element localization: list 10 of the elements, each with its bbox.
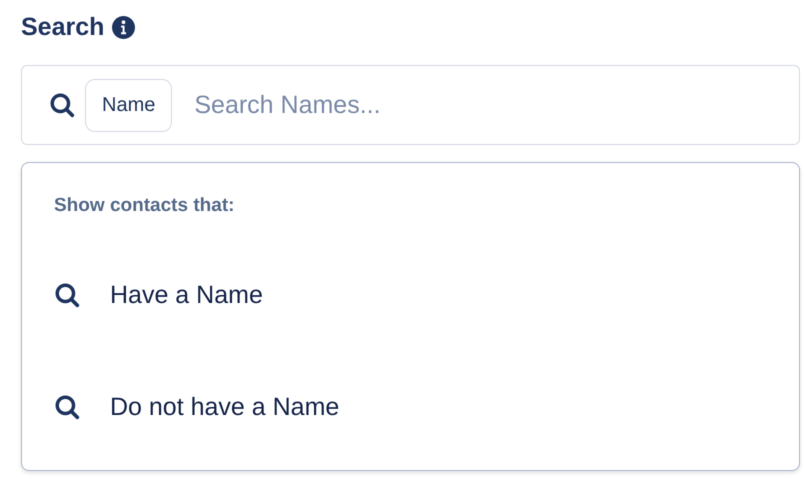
menu-option[interactable]: Have a Name (110, 280, 263, 310)
search-icon (54, 282, 80, 308)
menu-heading: Show contacts that: (54, 195, 236, 217)
filter-chip[interactable]: Name (85, 78, 172, 132)
search-field[interactable]: Name Search Names... (21, 65, 800, 145)
search-icon (54, 394, 80, 420)
search-icon (49, 92, 75, 118)
menu-option[interactable]: Do not have a Name (110, 392, 340, 422)
section-title: Search (21, 12, 104, 42)
info-icon[interactable] (112, 16, 136, 38)
